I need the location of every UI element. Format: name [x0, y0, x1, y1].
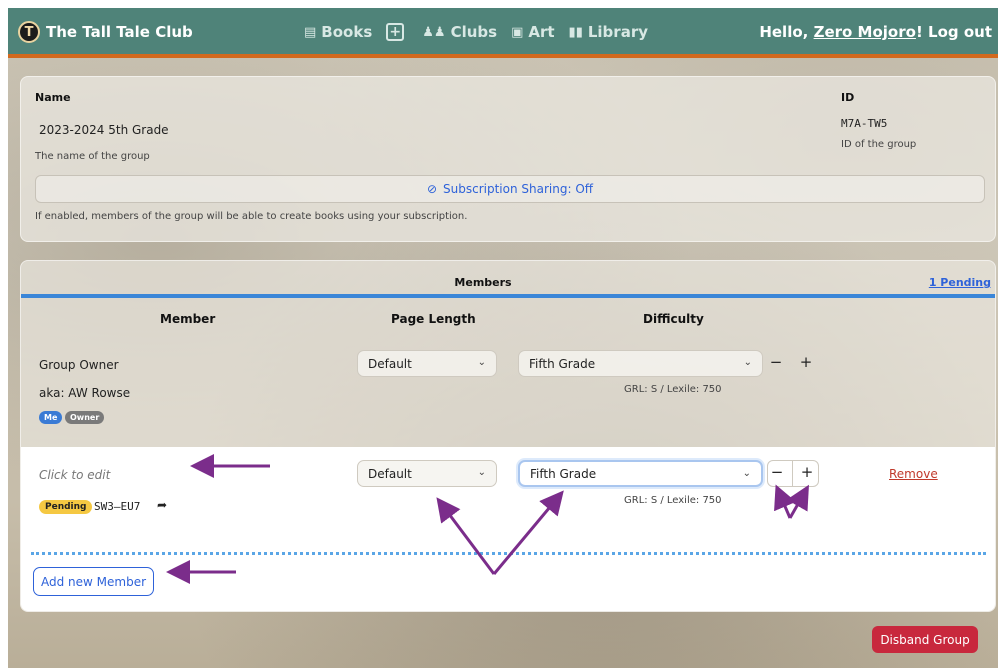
chevron-down-icon: ⌄ — [477, 467, 486, 478]
me-badge: Me — [39, 411, 63, 424]
column-difficulty: Difficulty — [643, 312, 704, 326]
nav-library[interactable]: ▮▮ Library — [569, 23, 648, 41]
column-member: Member — [160, 312, 216, 326]
sharing-off-icon: ⊘ — [426, 182, 438, 196]
nav-clubs[interactable]: ♟♟ Clubs — [422, 23, 497, 41]
subscription-sharing-label: Subscription Sharing: Off — [443, 182, 594, 196]
member-page-length-value: Default — [368, 466, 412, 481]
nav-art[interactable]: ▣ Art — [511, 23, 554, 41]
group-details-card: Name 2023-2024 5th Grade The name of the… — [20, 76, 996, 242]
share-icon[interactable]: ➦ — [157, 498, 167, 512]
group-id-help: ID of the group — [841, 139, 917, 150]
user-area: Hello, Zero Mojoro! Log out — [759, 23, 992, 41]
pending-member-row: Click to edit Pending SW3–EU7 ➦ Default … — [21, 447, 995, 611]
nav-books[interactable]: ▤ Books — [304, 23, 372, 41]
nav-art-label: Art — [528, 23, 555, 41]
greeting: Hello, — [759, 23, 814, 41]
chevron-down-icon: ⌄ — [477, 357, 486, 368]
owner-difficulty-increase-button[interactable]: + — [799, 353, 813, 371]
nav-links: ▤ Books + ♟♟ Clubs ▣ Art ▮▮ Library — [304, 23, 662, 41]
members-title: Members — [454, 276, 512, 289]
owner-page-length-value: Default — [368, 356, 412, 371]
id-label: ID — [841, 91, 855, 104]
stepper-divider — [792, 460, 793, 487]
nav-clubs-label: Clubs — [450, 23, 498, 41]
column-page-length: Page Length — [391, 312, 476, 326]
owner-aka: aka: AW Rowse — [39, 386, 131, 400]
brand[interactable]: T The Tall Tale Club — [18, 21, 193, 43]
chevron-down-icon: ⌄ — [742, 468, 751, 479]
plus-icon: + — [389, 24, 402, 40]
nav-books-label: Books — [321, 23, 373, 41]
owner-difficulty-decrease-button[interactable]: − — [769, 353, 783, 371]
owner-badge: Owner — [65, 411, 105, 424]
owner-level-info: GRL: S / Lexile: 750 — [624, 384, 722, 395]
group-name-field[interactable]: 2023-2024 5th Grade — [39, 123, 169, 137]
pending-badge: Pending — [39, 500, 93, 514]
image-icon: ▣ — [511, 24, 524, 40]
group-name-help: The name of the group — [35, 151, 150, 162]
username-link[interactable]: Zero Mojoro — [814, 23, 916, 41]
subscription-sharing-button[interactable]: ⊘ Subscription Sharing: Off — [35, 175, 985, 203]
members-tab-indicator — [21, 294, 995, 298]
group-id-value: M7A-TW5 — [841, 117, 888, 130]
member-name-edit-field[interactable]: Click to edit — [39, 468, 110, 482]
remove-member-link[interactable]: Remove — [889, 467, 938, 481]
greeting-exclaim: ! — [915, 23, 923, 41]
disband-group-button[interactable]: Disband Group — [872, 626, 978, 653]
top-navbar: T The Tall Tale Club ▤ Books + ♟♟ Clubs … — [8, 8, 998, 58]
add-new-member-button[interactable]: Add new Member — [33, 567, 154, 596]
pending-link[interactable]: 1 Pending — [929, 276, 991, 289]
members-card: Members 1 Pending Member Page Length Dif… — [20, 260, 996, 612]
library-icon: ▮▮ — [568, 24, 583, 40]
owner-difficulty-value: Fifth Grade — [529, 356, 596, 371]
member-difficulty-increase-button[interactable]: + — [800, 463, 814, 481]
logout-link[interactable]: Log out — [928, 23, 992, 41]
owner-name: Group Owner — [39, 358, 119, 372]
member-difficulty-decrease-button[interactable]: − — [770, 463, 784, 481]
app-window: T The Tall Tale Club ▤ Books + ♟♟ Clubs … — [8, 8, 998, 668]
member-page-length-select[interactable]: Default ⌄ — [357, 460, 497, 487]
new-book-button[interactable]: + — [386, 23, 405, 41]
name-label: Name — [35, 91, 71, 104]
member-level-info: GRL: S / Lexile: 750 — [624, 495, 722, 506]
sharing-help: If enabled, members of the group will be… — [35, 211, 468, 222]
chevron-down-icon: ⌄ — [743, 357, 752, 368]
member-difficulty-select[interactable]: Fifth Grade ⌄ — [518, 460, 763, 487]
members-header: Members 1 Pending — [21, 261, 995, 295]
group-icon: ♟♟ — [422, 24, 446, 40]
club-logo-icon: T — [18, 21, 40, 43]
nav-library-label: Library — [587, 23, 648, 41]
divider — [31, 552, 986, 555]
owner-difficulty-select[interactable]: Fifth Grade ⌄ — [518, 350, 763, 377]
book-icon: ▤ — [304, 24, 317, 40]
brand-name: The Tall Tale Club — [46, 23, 193, 41]
member-difficulty-value: Fifth Grade — [530, 466, 597, 481]
owner-page-length-select[interactable]: Default ⌄ — [357, 350, 497, 377]
member-code: SW3–EU7 — [94, 500, 141, 513]
